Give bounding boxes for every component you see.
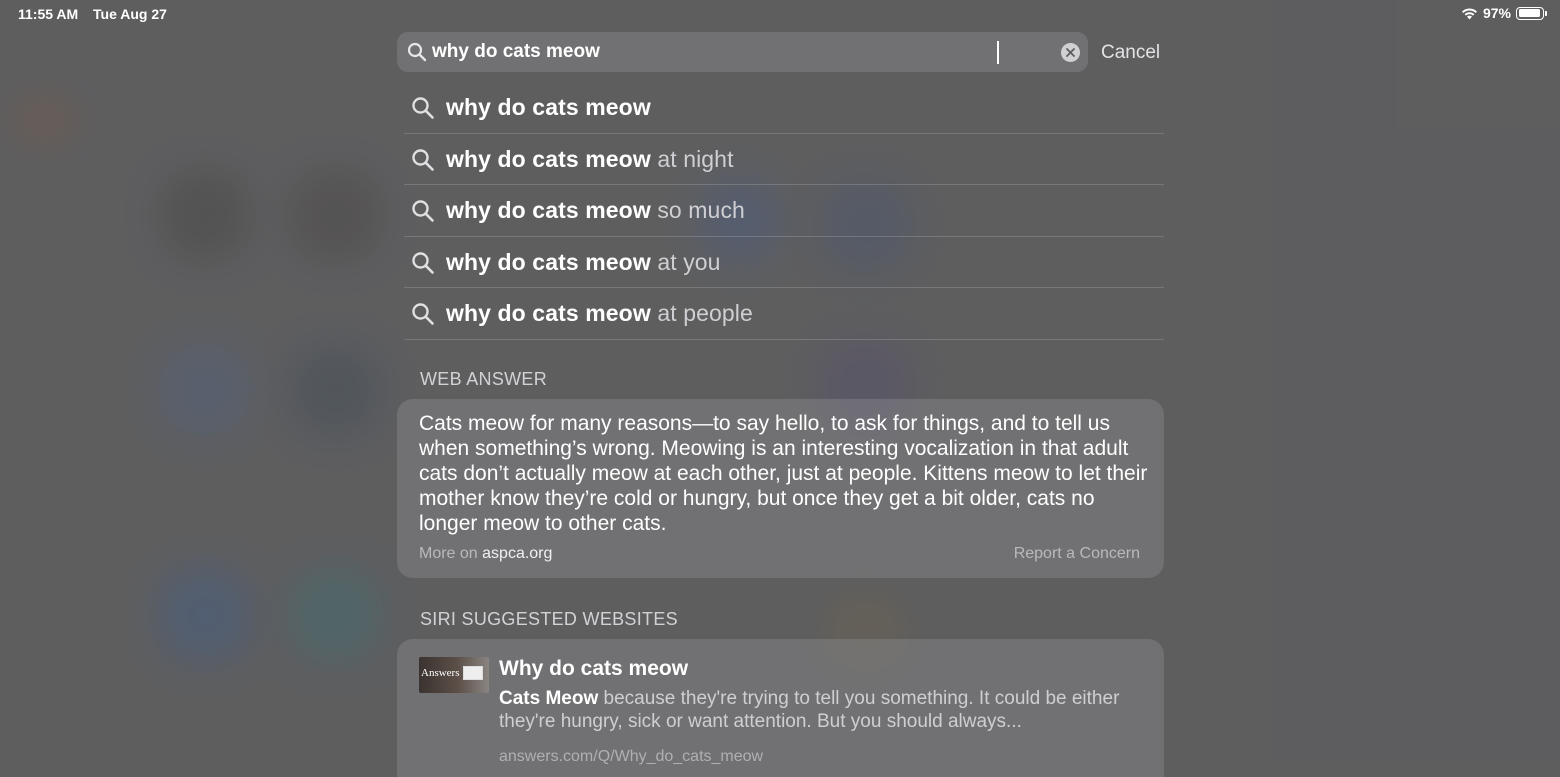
- web-answer-card[interactable]: Cats meow for many reasons—to say hello,…: [397, 399, 1164, 578]
- suggestion-text: why do cats meow so much: [446, 197, 745, 223]
- search-icon: [412, 148, 434, 171]
- clear-search-button[interactable]: [1061, 43, 1080, 62]
- suggestion-item[interactable]: why do cats meow at night: [404, 134, 1164, 185]
- search-icon: [407, 42, 427, 62]
- status-right: 97%: [1461, 5, 1547, 21]
- search-bar[interactable]: [397, 32, 1088, 72]
- status-date: Tue Aug 27: [93, 6, 167, 22]
- search-suggestions: why do cats meow why do cats meow at nig…: [404, 82, 1164, 340]
- battery-percent: 97%: [1482, 5, 1511, 21]
- search-icon: [412, 303, 434, 325]
- website-url: answers.com/Q/Why_do_cats_meow: [499, 748, 764, 765]
- suggestion-text: why do cats meow at night: [446, 145, 734, 172]
- wifi-icon: [1461, 7, 1477, 19]
- suggestion-text: why do cats meow at you: [446, 248, 721, 275]
- suggestion-text: why do cats meow: [446, 94, 651, 120]
- clear-icon: [1066, 48, 1075, 57]
- report-concern-link[interactable]: Report a Concern: [1014, 545, 1140, 563]
- website-title: Why do cats meow: [499, 657, 689, 680]
- suggested-websites-heading: SIRI SUGGESTED WEBSITES: [420, 609, 678, 629]
- cancel-button[interactable]: Cancel: [1101, 42, 1160, 64]
- suggestion-item[interactable]: why do cats meow at people: [404, 288, 1164, 340]
- source-domain: aspca.org: [482, 545, 553, 562]
- more-on-source-link[interactable]: More on aspca.org: [419, 545, 552, 563]
- web-answer-heading: WEB ANSWER: [420, 369, 548, 389]
- search-icon: [412, 97, 434, 119]
- search-input[interactable]: [432, 32, 1052, 72]
- suggestion-item[interactable]: why do cats meow at you: [404, 237, 1164, 288]
- battery-icon: [1516, 6, 1547, 20]
- thumbnail-label: Answers: [421, 667, 460, 679]
- suggestion-text: why do cats meow at people: [446, 300, 753, 326]
- website-thumbnail: Answers: [419, 657, 489, 693]
- suggestion-item[interactable]: why do cats meow: [404, 82, 1164, 134]
- status-time: 11:55 AM: [18, 6, 79, 22]
- status-bar: 11:55 AM Tue Aug 27 97%: [0, 0, 1560, 28]
- suggestion-item[interactable]: why do cats meow so much: [404, 185, 1164, 237]
- web-answer-text: Cats meow for many reasons—to say hello,…: [419, 412, 1148, 535]
- website-description: Cats Meow because they're trying to tell…: [499, 688, 1120, 732]
- search-icon: [412, 251, 434, 274]
- suggested-website-card[interactable]: Answers Why do cats meow Cats Meow becau…: [397, 639, 1164, 777]
- monitor-icon: [463, 666, 483, 680]
- text-caret: [997, 41, 999, 64]
- search-icon: [412, 200, 434, 222]
